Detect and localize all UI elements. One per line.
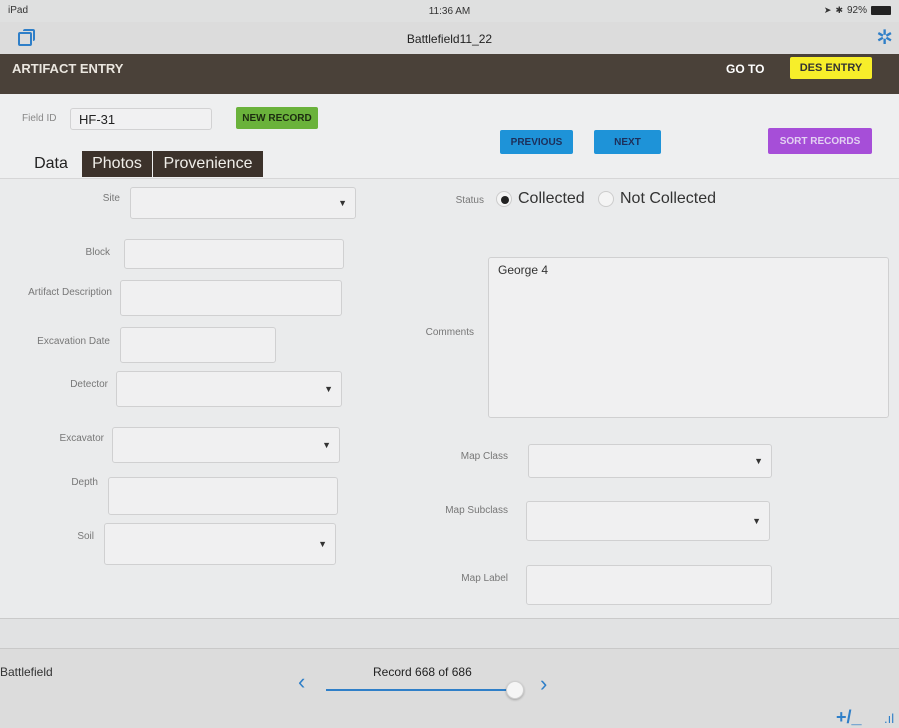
next-button[interactable]: NEXT — [594, 130, 661, 154]
excavation-date-label: Excavation Date — [37, 336, 110, 347]
status-option-collected: Collected — [518, 190, 585, 207]
comments-textarea[interactable]: George 4 — [488, 257, 889, 418]
tab-provenience[interactable]: Provenience — [153, 151, 263, 177]
detector-label: Detector — [70, 379, 108, 390]
comments-value: George 4 — [498, 263, 549, 277]
chevron-down-icon: ▼ — [324, 384, 333, 394]
block-input[interactable] — [124, 239, 344, 269]
site-label: Site — [102, 193, 120, 204]
location-icon: ➤ — [823, 5, 832, 15]
status-radio-collected[interactable]: Collected — [496, 190, 585, 208]
map-subclass-label: Map Subclass — [445, 505, 508, 516]
chevron-left-icon[interactable]: ‹ — [298, 669, 305, 695]
field-id-value: HF-31 — [79, 112, 116, 127]
layout-name[interactable]: Battlefield — [0, 665, 53, 679]
comments-label: Comments — [425, 327, 474, 338]
field-id-label: Field ID — [22, 113, 57, 124]
map-label-input[interactable] — [526, 565, 772, 605]
app-header: ARTIFACT ENTRY GO TO DES ENTRY — [0, 54, 899, 94]
layout-title: ARTIFACT ENTRY — [12, 61, 124, 76]
previous-button[interactable]: PREVIOUS — [500, 130, 573, 154]
file-title-bar: Battlefield11_22 ✲ — [0, 22, 899, 54]
site-dropdown[interactable]: ▼ — [130, 187, 356, 219]
block-label: Block — [85, 247, 110, 258]
detector-dropdown[interactable]: ▼ — [116, 371, 342, 407]
record-toolbar: Field ID HF-31 NEW RECORD PREVIOUS NEXT … — [0, 94, 899, 178]
map-class-dropdown[interactable]: ▼ — [528, 444, 772, 478]
chevron-down-icon: ▼ — [322, 440, 331, 450]
status-bar: iPad 11:36 AM ➤ ✱ 92% — [0, 0, 899, 22]
soil-dropdown[interactable]: ▼ — [104, 523, 336, 565]
chevron-down-icon: ▼ — [752, 516, 761, 526]
record-slider-thumb[interactable] — [506, 681, 524, 699]
sort-records-button[interactable]: SORT RECORDS — [768, 128, 872, 154]
new-record-button[interactable]: NEW RECORD — [236, 107, 318, 129]
des-entry-button[interactable]: DES ENTRY — [790, 57, 872, 79]
radio-unchecked-icon — [598, 191, 614, 207]
clock: 11:36 AM — [428, 6, 471, 17]
excavation-date-input[interactable] — [120, 327, 276, 363]
radio-checked-icon — [496, 191, 512, 207]
file-title: Battlefield11_22 — [406, 32, 493, 46]
chevron-down-icon: ▼ — [318, 539, 327, 549]
battery-icon — [871, 6, 891, 15]
field-id-input[interactable]: HF-31 — [70, 108, 212, 130]
bluetooth-icon: ✱ — [835, 5, 843, 15]
data-form: Site ▼ Block Artifact Description Excava… — [0, 178, 899, 618]
chevron-down-icon: ▼ — [754, 456, 763, 466]
form-bottom-strip — [0, 618, 899, 648]
map-class-label: Map Class — [460, 451, 508, 462]
goto-label: GO TO — [726, 62, 765, 76]
soil-label: Soil — [77, 531, 94, 542]
artifact-description-input[interactable] — [120, 280, 342, 316]
status-radio-not-collected[interactable]: Not Collected — [598, 190, 716, 208]
status-label: Status — [455, 195, 484, 206]
depth-input[interactable] — [108, 477, 338, 515]
record-slider-track[interactable] — [326, 689, 514, 691]
artifact-description-label: Artifact Description — [28, 287, 112, 298]
chevron-right-icon[interactable]: › — [540, 671, 547, 697]
chevron-down-icon: ▼ — [338, 198, 347, 208]
tab-photos[interactable]: Photos — [82, 151, 152, 177]
depth-label: Depth — [71, 477, 98, 488]
status-option-not-collected: Not Collected — [620, 190, 717, 207]
map-subclass-dropdown[interactable]: ▼ — [526, 501, 770, 541]
map-label-label: Map Label — [461, 573, 508, 584]
battery-percent: 92% — [846, 5, 867, 16]
footer-toolbar: Battlefield Record 668 of 686 ‹ › +/_ .ı… — [0, 648, 899, 728]
gear-icon[interactable]: ✲ — [876, 28, 893, 48]
record-counter: Record 668 of 686 — [373, 665, 472, 679]
plus-minus-icon[interactable]: +/_ — [836, 707, 862, 728]
tab-data[interactable]: Data — [22, 151, 80, 177]
excavator-dropdown[interactable]: ▼ — [112, 427, 340, 463]
excavator-label: Excavator — [59, 433, 104, 444]
battery-status: ➤ ✱ 92% — [824, 5, 891, 16]
chart-icon[interactable]: .ıl — [884, 711, 894, 726]
